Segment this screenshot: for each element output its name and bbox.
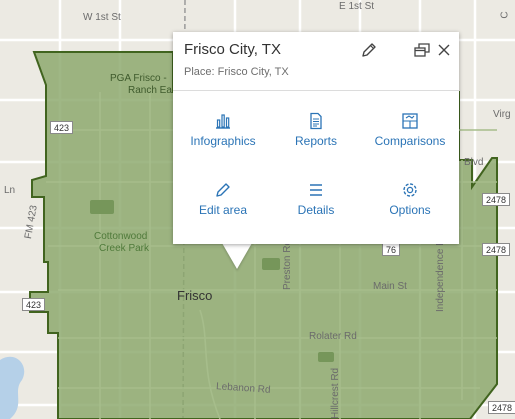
dock-icon[interactable] — [413, 41, 431, 59]
road-label: E 1st St — [339, 1, 375, 12]
popup-subtitle: Place: Frisco City, TX — [184, 66, 289, 78]
highway-shield: 76 — [382, 243, 401, 256]
road-label: C — [499, 11, 511, 19]
comparisons-label: Comparisons — [374, 134, 446, 148]
road-label: Hillcrest Rd — [330, 367, 341, 419]
comparison-table-icon — [402, 113, 418, 129]
road-label: Ln — [4, 185, 16, 196]
gear-icon — [403, 183, 417, 197]
highway-shield: 423 — [50, 121, 74, 134]
report-document-icon — [310, 112, 322, 130]
details-label: Details — [297, 203, 335, 217]
details-button[interactable]: Details — [268, 181, 364, 225]
info-popup: Frisco City, TX Place: Frisco City, TX I… — [173, 32, 459, 244]
options-label: Options — [389, 203, 431, 217]
popup-title: Frisco City, TX — [184, 41, 281, 58]
road-label: Main St — [373, 281, 407, 292]
cottonwood-park-label: Cottonwood — [94, 231, 148, 242]
popup-pointer — [222, 243, 252, 269]
pga-frisco-sublabel: Ranch Ea — [128, 85, 172, 96]
reports-label: Reports — [294, 134, 338, 148]
highway-shield: 423 — [22, 298, 46, 311]
pencil-icon — [216, 183, 230, 197]
pga-frisco-label: PGA Frisco - — [110, 73, 167, 84]
road-label: Rolater Rd — [309, 331, 357, 342]
infographics-label: Infographics — [190, 134, 256, 148]
bar-chart-icon — [216, 114, 230, 129]
cottonwood-park-sublabel: Creek Park — [99, 243, 150, 254]
road-label: W 1st St — [83, 12, 121, 23]
pencil-icon[interactable] — [360, 41, 378, 59]
reports-button[interactable]: Reports — [268, 112, 364, 156]
highway-shield: 2478 — [482, 243, 511, 256]
edit-area-label: Edit area — [198, 203, 248, 217]
road-label: Virg — [493, 109, 511, 120]
road-label: Blvd — [464, 157, 484, 168]
options-button[interactable]: Options — [362, 181, 458, 225]
highway-shield: 2478 — [482, 193, 511, 206]
comparisons-button[interactable]: Comparisons — [362, 112, 458, 156]
popup-divider — [173, 90, 459, 91]
close-icon[interactable] — [435, 41, 453, 59]
infographics-button[interactable]: Infographics — [175, 112, 271, 156]
city-label: Frisco — [177, 288, 213, 303]
list-icon — [310, 184, 322, 196]
highway-shield: 2478 — [488, 401, 515, 414]
road-label: Preston Rd — [282, 239, 293, 290]
edit-area-button[interactable]: Edit area — [175, 181, 271, 225]
water-body — [0, 356, 25, 419]
